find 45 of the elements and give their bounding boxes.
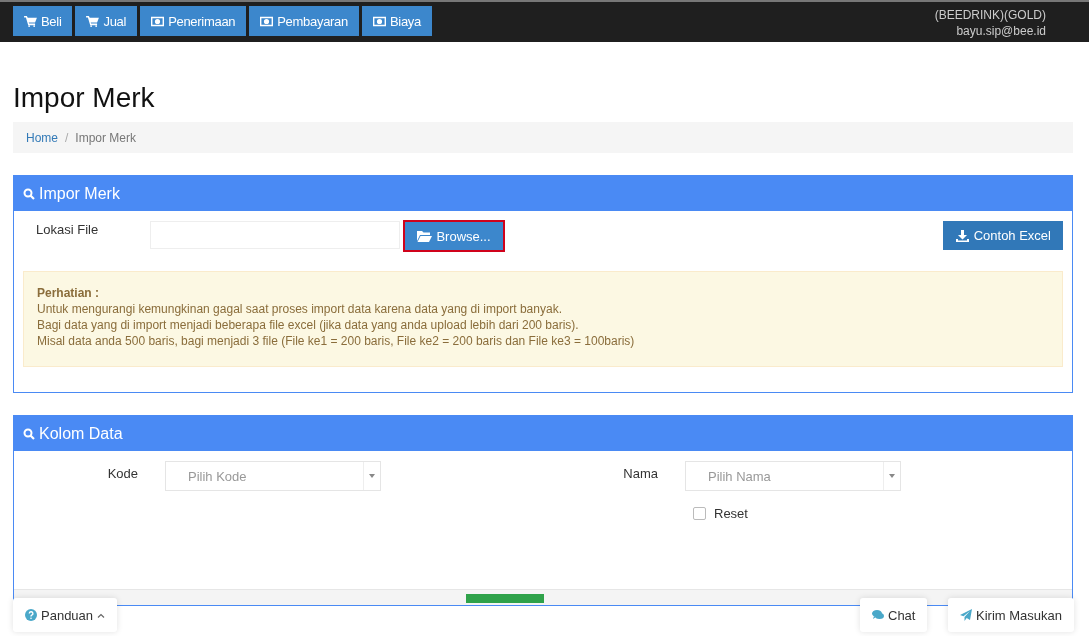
account-label: (BEEDRINK)(GOLD) (934, 7, 1046, 23)
banknote-icon (151, 15, 165, 27)
banknote-icon (260, 15, 274, 27)
page-title: Impor Merk (13, 82, 156, 114)
breadcrumb-separator: / (65, 130, 69, 145)
browse-button[interactable]: Browse... (403, 220, 505, 252)
search-icon (23, 187, 35, 200)
sample-excel-button[interactable]: Contoh Excel (942, 221, 1063, 250)
partial-button[interactable] (466, 594, 544, 603)
nav-button[interactable]: Pembayaran (249, 6, 359, 36)
search-icon (23, 427, 35, 440)
chat-bubbles-icon (872, 609, 884, 621)
caret-icon (369, 474, 375, 478)
chat-button[interactable]: Chat (860, 598, 928, 632)
panel-title: Kolom Data (39, 424, 123, 443)
cart-icon (86, 15, 100, 27)
notice-text: Bagi data yang di import menjadi beberapa file excel (jika data yang anda upload lebih dari 200 baris). (37, 317, 580, 333)
notice-text: Untuk mengurangi kemungkinan gagal saat proses import data karena data yang di import banyak. (37, 301, 563, 317)
nav-button[interactable]: Jual (75, 6, 138, 36)
user-email: bayu.sip@bee.id (956, 23, 1046, 39)
nav-button[interactable]: Biaya (361, 6, 432, 36)
checkbox[interactable] (693, 507, 706, 520)
checkbox-label: Reset (714, 506, 748, 521)
breadcrumb-current: Impor Merk (75, 130, 137, 145)
paper-plane-icon (960, 609, 972, 621)
panel-title: Impor Merk (39, 184, 120, 203)
notice-text: Misal data anda 500 baris, bagi menjadi 3 file (File ke1 = 200 baris, File ke2 = 200 baris dan File ke3 = 100baris) (37, 333, 636, 349)
field-label: Lokasi File (35, 221, 100, 237)
chevron-up-icon (97, 612, 106, 618)
dropdown[interactable]: Pilih Kode (165, 461, 381, 491)
nav-button[interactable]: Beli (13, 6, 73, 36)
question-icon (25, 609, 37, 621)
caret-icon (889, 474, 895, 478)
dropdown[interactable]: Pilih Nama (685, 461, 901, 491)
feedback-button[interactable]: Kirim Masukan (948, 598, 1074, 632)
cart-icon (24, 15, 37, 27)
nav-button[interactable]: Penerimaan (140, 6, 247, 36)
notice-heading: Perhatian : (37, 285, 100, 301)
download-icon (954, 229, 970, 242)
folder-icon (417, 230, 433, 242)
field-label: Nama (622, 465, 659, 481)
help-button[interactable]: Panduan (13, 598, 118, 632)
field-label: Kode (106, 465, 139, 481)
breadcrumb-link[interactable]: Home (26, 130, 58, 145)
banknote-icon (372, 15, 386, 27)
